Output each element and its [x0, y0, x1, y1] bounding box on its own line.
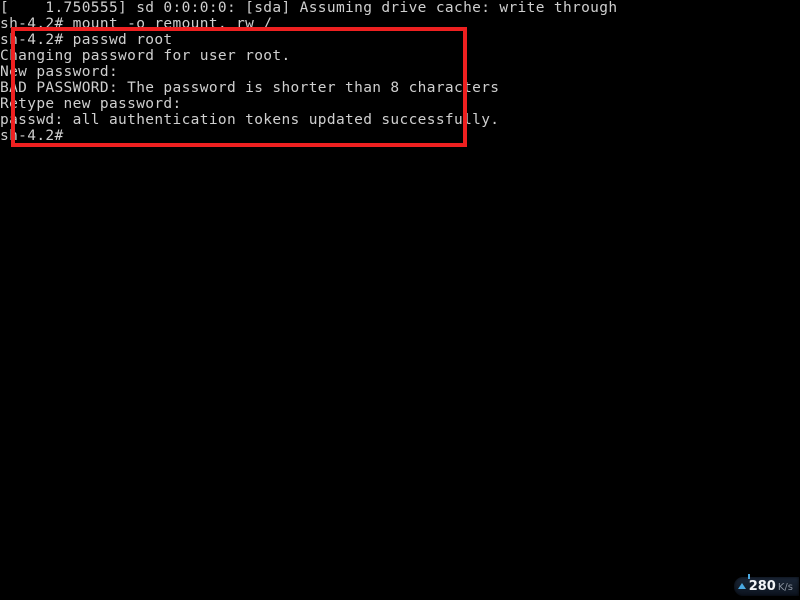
console-line: [ 1.750555] sd 0:0:0:0: [sda] Assuming d… — [0, 0, 618, 16]
console-line: New password: — [0, 64, 119, 80]
console-prompt-line: sh-4.2# — [0, 128, 64, 144]
console-line: Retype new password: — [0, 96, 182, 112]
arrow-up-icon — [737, 573, 750, 589]
console-line: sh-4.2# passwd root — [0, 32, 173, 48]
console-line: passwd: all authentication tokens update… — [0, 112, 500, 128]
network-speed-widget[interactable]: 280 K/s — [733, 573, 799, 596]
console-line: sh-4.2# mount -o remount, rw / — [0, 16, 273, 32]
network-speed-unit: K/s — [777, 582, 793, 593]
console-output[interactable]: [ 1.750555] sd 0:0:0:0: [sda] Assuming d… — [0, 0, 800, 144]
console-line: Changing password for user root. — [0, 48, 291, 64]
console-line: BAD PASSWORD: The password is shorter th… — [0, 80, 500, 96]
network-speed-value: 280 — [748, 579, 776, 594]
terminal-screen[interactable]: [ 1.750555] sd 0:0:0:0: [sda] Assuming d… — [0, 0, 800, 600]
